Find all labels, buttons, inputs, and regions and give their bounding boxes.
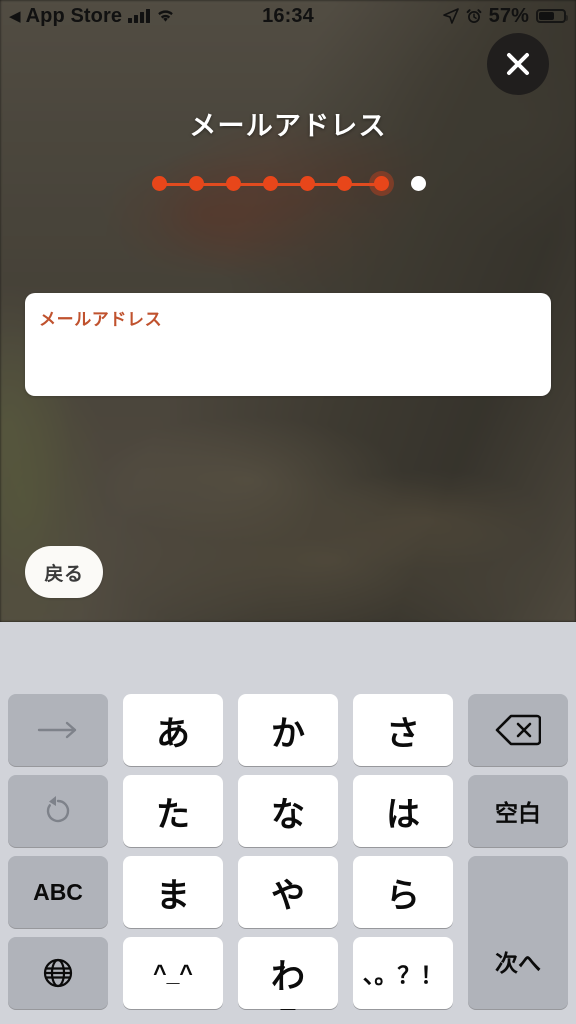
key-label: わ _ xyxy=(271,957,305,1013)
back-button-label: 戻る xyxy=(44,563,84,585)
close-button[interactable] xyxy=(487,33,549,95)
back-button[interactable]: 戻る xyxy=(25,546,103,598)
key-undo[interactable] xyxy=(8,775,108,847)
step-progress-indicator xyxy=(0,168,576,200)
email-input[interactable] xyxy=(39,335,537,383)
email-input-card[interactable]: メールアドレス xyxy=(25,293,551,396)
phone-screen: ◀ App Store 16:34 57% メールアドレス メールアドレス 戻る… xyxy=(0,0,576,1024)
key-label: た xyxy=(156,795,190,834)
email-field-label: メールアドレス xyxy=(39,310,163,329)
key-wa[interactable]: わ _ xyxy=(238,937,338,1013)
key-ra[interactable]: ら xyxy=(353,856,453,928)
undo-icon xyxy=(41,794,75,828)
key-space[interactable]: 空白 xyxy=(468,775,568,847)
key-ya[interactable]: や xyxy=(238,856,338,928)
key-label: ABC xyxy=(33,878,83,905)
step-dot-1 xyxy=(152,176,167,191)
key-abc[interactable]: ABC xyxy=(8,856,108,928)
key-next[interactable]: 次へ xyxy=(468,856,568,1009)
keyboard-keys: あ か さた な は 空白 ABC ま や ら次へ ^_^ わ _ 、。？！ xyxy=(0,694,576,1024)
key-emoticon[interactable]: ^_^ xyxy=(123,937,223,1009)
key-label: な xyxy=(271,795,305,834)
key-label: 次へ xyxy=(495,949,541,976)
key-globe[interactable] xyxy=(8,937,108,1009)
step-dot-2 xyxy=(189,176,204,191)
key-sublabel: _ xyxy=(280,982,296,1013)
arrow-right-icon xyxy=(35,720,81,740)
step-dot-8 xyxy=(411,176,426,191)
key-sa[interactable]: さ xyxy=(353,694,453,766)
key-a[interactable]: あ xyxy=(123,694,223,766)
software-keyboard: あ か さた な は 空白 ABC ま や ら次へ ^_^ わ _ 、。？！ xyxy=(0,622,576,1024)
key-label: ら xyxy=(386,876,420,915)
keyboard-suggestion-bar[interactable] xyxy=(0,622,576,694)
step-dot-4 xyxy=(263,176,278,191)
status-bar: ◀ App Store 16:34 57% xyxy=(0,0,576,32)
key-na[interactable]: な xyxy=(238,775,338,847)
step-dot-6 xyxy=(337,176,352,191)
key-cursor-right[interactable] xyxy=(8,694,108,766)
key-ka[interactable]: か xyxy=(238,694,338,766)
page-title: メールアドレス xyxy=(189,111,387,141)
step-dot-3 xyxy=(226,176,241,191)
key-label: は xyxy=(386,795,420,834)
step-dot-5 xyxy=(300,176,315,191)
key-backspace[interactable] xyxy=(468,694,568,766)
key-ha[interactable]: は xyxy=(353,775,453,847)
key-label: さ xyxy=(386,714,420,753)
key-label: あ xyxy=(156,714,190,753)
key-ta[interactable]: た xyxy=(123,775,223,847)
status-bar-clock: 16:34 xyxy=(262,4,314,27)
close-icon xyxy=(507,53,529,75)
key-ma[interactable]: ま xyxy=(123,856,223,928)
key-label: か xyxy=(271,714,305,753)
key-label: 、。？！ xyxy=(362,962,444,988)
key-label: ^_^ xyxy=(153,959,193,986)
key-label: ま xyxy=(156,876,190,915)
key-label: や xyxy=(271,876,305,915)
globe-icon xyxy=(41,956,75,990)
key-punctuation[interactable]: 、。？！ xyxy=(353,937,453,1009)
step-dot-7-current xyxy=(374,176,389,191)
battery-icon xyxy=(536,9,568,23)
key-label: 空白 xyxy=(495,800,541,826)
backspace-icon xyxy=(495,713,541,747)
